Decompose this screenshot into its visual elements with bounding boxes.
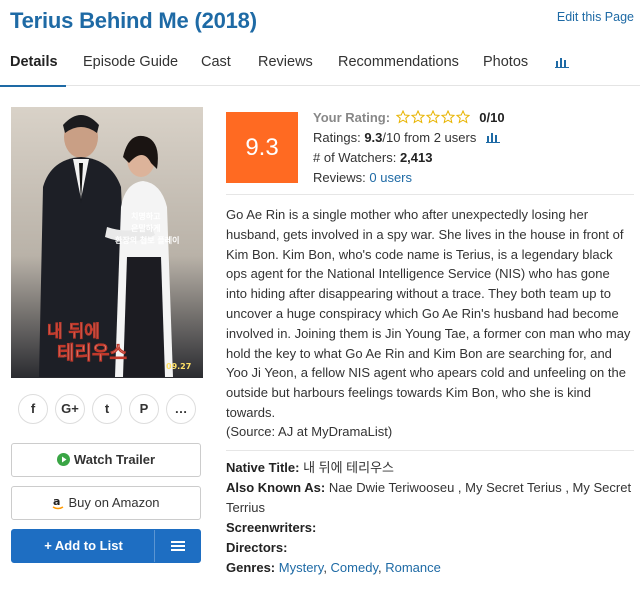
reviews-label: Reviews:: [313, 170, 366, 185]
genre-link-mystery[interactable]: Mystery: [279, 560, 324, 575]
svg-text:내 뒤에: 내 뒤에: [47, 321, 100, 342]
tab-photos[interactable]: Photos: [483, 40, 528, 86]
tab-details[interactable]: Details: [0, 40, 66, 87]
ratings-label: Ratings:: [313, 130, 361, 145]
genre-link-romance[interactable]: Romance: [385, 560, 441, 575]
comments-icon[interactable]: …: [166, 394, 196, 424]
pinterest-icon[interactable]: P: [129, 394, 159, 424]
svg-text:환장의 첩보 플레이: 환장의 첩보 플레이: [115, 235, 179, 245]
your-rating-value: 0/10: [479, 110, 505, 125]
watch-trailer-label: Watch Trailer: [73, 452, 156, 467]
aka-label: Also Known As:: [226, 480, 326, 495]
tab-cast[interactable]: Cast: [201, 40, 231, 86]
facebook-icon[interactable]: f: [18, 394, 48, 424]
genres-row: Genres: Mystery, Comedy, Romance: [226, 558, 634, 578]
edit-page-link[interactable]: Edit this Page: [557, 10, 634, 24]
tab-episode-guide[interactable]: Episode Guide: [83, 40, 178, 86]
genre-link-comedy[interactable]: Comedy: [331, 560, 378, 575]
your-rating-row: Your Rating: 0/10: [313, 109, 505, 127]
ratings-suffix: /10 from 2 users: [382, 130, 477, 145]
screenwriters-row: Screenwriters:: [226, 518, 634, 538]
genres-label: Genres:: [226, 560, 276, 575]
watchers-label: # of Watchers:: [313, 150, 397, 165]
watchers-value: 2,413: [399, 150, 433, 165]
synopsis-source: (Source: AJ at MyDramaList): [226, 424, 393, 439]
play-icon: [56, 453, 70, 466]
svg-text:은밀하게: 은밀하게: [131, 223, 160, 233]
list-menu-button[interactable]: [154, 530, 200, 562]
menu-icon: [171, 541, 185, 551]
tab-recommendations[interactable]: Recommendations: [338, 40, 459, 86]
divider: [226, 194, 634, 195]
ratings-value: 9.3: [364, 130, 383, 145]
tab-reviews[interactable]: Reviews: [258, 40, 313, 86]
directors-label: Directors:: [226, 540, 288, 555]
poster-image[interactable]: 치명하고 은밀하게 환장의 첩보 플레이 내 뒤에 테리우스 09.27: [11, 107, 203, 378]
directors-row: Directors:: [226, 538, 634, 558]
watch-trailer-button[interactable]: Watch Trailer: [11, 443, 201, 477]
tab-bar: Details Episode Guide Cast Reviews Recom…: [0, 40, 640, 87]
native-title-row: Native Title: 내 뒤에 테리우스: [226, 458, 634, 478]
amazon-icon: a: [53, 495, 64, 510]
star-icons: [395, 109, 470, 124]
divider: [226, 450, 634, 451]
buy-on-amazon-label: Buy on Amazon: [68, 495, 160, 510]
svg-text:a: a: [53, 496, 60, 508]
reviews-row: Reviews: 0 users: [313, 170, 412, 185]
watchers-row: # of Watchers: 2,413: [313, 150, 433, 165]
also-known-as-row: Also Known As: Nae Dwie Teriwooseu , My …: [226, 478, 634, 518]
native-title-value: 내 뒤에 테리우스: [303, 460, 395, 475]
score-badge: 9.3: [226, 112, 298, 183]
add-to-list-label: + Add to List: [44, 538, 123, 553]
native-title-label: Native Title:: [226, 460, 300, 475]
your-rating-label: Your Rating:: [313, 110, 391, 125]
buy-on-amazon-button[interactable]: a Buy on Amazon: [11, 486, 201, 520]
synopsis: Go Ae Rin is a single mother who after u…: [226, 207, 631, 420]
svg-text:09.27: 09.27: [166, 362, 191, 371]
twitter-icon[interactable]: t: [92, 394, 122, 424]
svg-text:테리우스: 테리우스: [57, 342, 127, 364]
svg-text:치명하고: 치명하고: [131, 211, 161, 221]
reviews-link[interactable]: 0 users: [369, 170, 412, 185]
google-plus-icon[interactable]: G+: [55, 394, 85, 424]
bar-chart-icon[interactable]: [555, 56, 569, 68]
add-to-list-button[interactable]: + Add to List: [11, 529, 201, 563]
screenwriters-label: Screenwriters:: [226, 520, 317, 535]
page-title: Terius Behind Me (2018): [10, 8, 257, 33]
ratings-row: Ratings: 9.3/10 from 2 users: [313, 130, 500, 145]
genre-separator: ,: [323, 560, 331, 575]
ratings-chart-icon[interactable]: [485, 131, 500, 143]
rating-stars[interactable]: [395, 109, 470, 127]
